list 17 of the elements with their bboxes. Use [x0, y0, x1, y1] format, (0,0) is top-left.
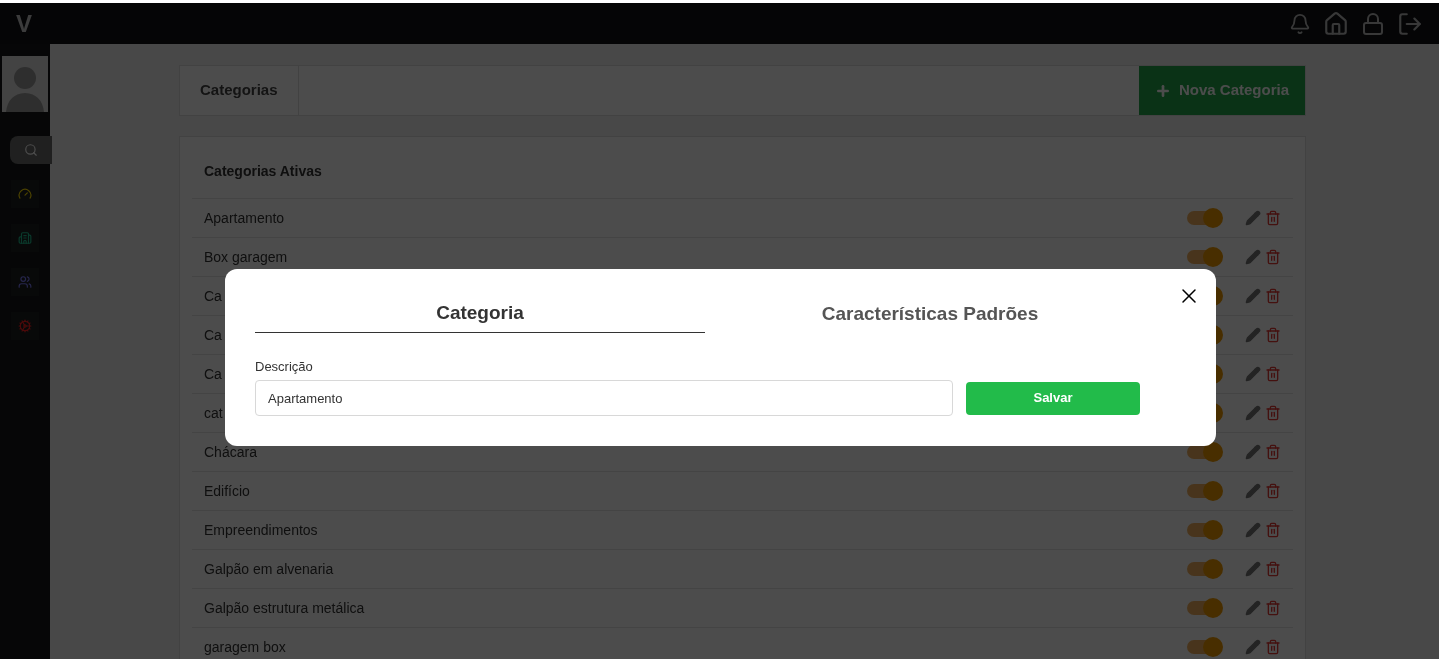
category-name: Ca: [204, 325, 222, 345]
category-name: Galpão estrutura metálica: [204, 598, 365, 618]
field-label: Descrição: [255, 357, 314, 376]
category-name: Ca: [204, 286, 222, 306]
description-field[interactable]: Apartamento: [255, 380, 953, 416]
category-name: Ca: [204, 364, 222, 384]
category-name: cat: [204, 403, 223, 423]
category-name: Edifício: [204, 481, 250, 501]
category-name: Galpão em alvenaria: [204, 559, 334, 579]
category-name: Chácara: [204, 442, 257, 462]
category-name: Box garagem: [204, 247, 288, 267]
dialog-tab[interactable]: Categoria: [255, 299, 705, 333]
category-name: garagem box: [204, 637, 286, 657]
category-name: Apartamento: [204, 208, 285, 228]
section-title: Categorias Ativas: [203, 162, 323, 181]
category-name: Empreendimentos: [204, 520, 318, 540]
dialog-tab[interactable]: Características Padrões: [705, 299, 1155, 333]
